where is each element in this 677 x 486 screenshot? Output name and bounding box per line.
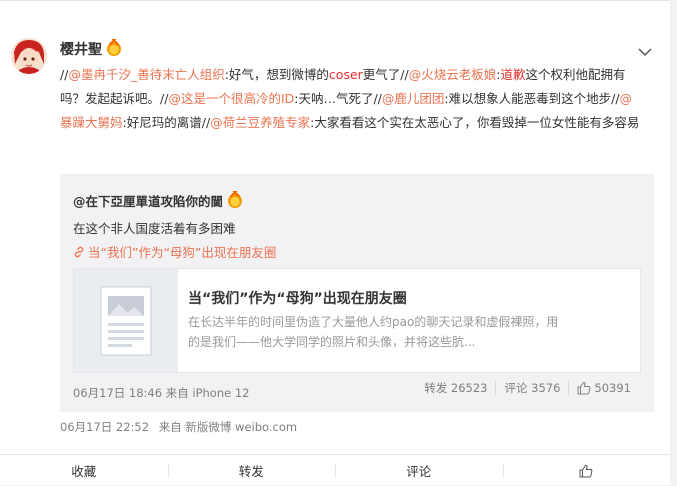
quoted-text: 在这个非人国度活着有多困难 xyxy=(73,221,236,236)
thumbs-up-icon[interactable] xyxy=(577,381,591,395)
quoted-stats: 转发 26523 评论 3576 50391 xyxy=(424,380,631,396)
post-text: :难以想象人能恶毒到这个地步// xyxy=(444,91,620,106)
mention-link[interactable]: @荷兰豆养殖专家 xyxy=(210,115,310,130)
quoted-repost-count[interactable]: 转发 26523 xyxy=(424,380,487,396)
page-gutter xyxy=(670,0,677,485)
post-meta: 06月17日 22:52 来自 新版微博 weibo.com xyxy=(60,419,303,435)
thumbs-up-icon xyxy=(579,464,593,477)
quoted-link[interactable]: 当“我们”作为“母狗”出现在朋友圈 xyxy=(73,242,276,261)
post-text: :大家看看这个实在太恶心了，你看毁掉一位女性能有多容易 xyxy=(310,115,640,130)
post-text: :天呐…气死了// xyxy=(294,91,382,106)
quoted-author[interactable]: @在下亞厘單道攻陷你的閫 xyxy=(73,190,243,210)
article-title[interactable]: 当“我们”作为“母狗”出现在朋友圈 xyxy=(188,288,407,308)
article-description: 在长达半年的时间里伪造了大量他人约pao的聊天记录和虚假裸照，用的是我们——他大… xyxy=(188,315,559,349)
article-thumbnail xyxy=(74,269,178,372)
post-text: :好气，想到微博的 xyxy=(224,67,329,82)
comment-label: 评论 xyxy=(406,464,432,479)
favorite-button[interactable]: 收藏 xyxy=(0,455,168,486)
weibo-post-card: 樱井聖 //@墨冉千汐_善待末亡人组织:好气，想到微博的coser更气了//@火… xyxy=(0,0,670,485)
chevron-down-icon[interactable] xyxy=(637,42,653,57)
repost-label: 转发 xyxy=(238,464,264,479)
quoted-meta: 06月17日 18:46 来自 iPhone 12 xyxy=(73,386,250,400)
quoted-link-label[interactable]: 当“我们”作为“母狗”出现在朋友圈 xyxy=(88,242,276,261)
quoted-comment-count[interactable]: 评论 3576 xyxy=(504,380,560,396)
comment-button[interactable]: 评论 xyxy=(335,455,503,486)
username[interactable]: 樱井聖 xyxy=(60,39,121,59)
like-button[interactable] xyxy=(502,455,671,486)
divider xyxy=(495,381,497,395)
crown-badge-icon xyxy=(107,39,121,56)
mention-link[interactable]: @墨冉千汐_善待末亡人组织 xyxy=(68,67,224,82)
highlighted-text: 道歉 xyxy=(500,67,526,82)
highlighted-text: coser xyxy=(328,67,363,82)
post-time[interactable]: 06月17日 22:52 xyxy=(60,420,149,434)
post-source: 来自 新版微博 weibo.com xyxy=(158,420,298,434)
mention-link[interactable]: @火烧云老板娘 xyxy=(409,67,497,82)
link-icon xyxy=(74,246,84,257)
mention-link[interactable]: @鹿儿团团 xyxy=(382,91,445,106)
quoted-author-label[interactable]: @在下亞厘單道攻陷你的閫 xyxy=(73,191,223,210)
divider xyxy=(568,381,570,395)
quoted-post: @在下亞厘單道攻陷你的閫 在这个非人国度活着有多困难 当“我们”作为“母狗”出现… xyxy=(60,174,654,412)
post-text: :好尼玛的离谱// xyxy=(122,115,211,130)
quoted-like-count[interactable]: 50391 xyxy=(594,381,631,395)
username-label[interactable]: 樱井聖 xyxy=(60,39,102,59)
post-content: //@墨冉千汐_善待末亡人组织:好气，想到微博的coser更气了//@火烧云老板… xyxy=(60,63,644,135)
article-card[interactable]: 当“我们”作为“母狗”出现在朋友圈 在长达半年的时间里伪造了大量他人约pao的聊… xyxy=(73,268,641,373)
crown-badge-icon xyxy=(228,190,243,208)
avatar[interactable] xyxy=(11,38,47,74)
repost-button[interactable]: 转发 xyxy=(167,455,336,486)
mention-link[interactable]: @这是一个很高冷的ID xyxy=(168,91,294,106)
favorite-label: 收藏 xyxy=(71,464,97,479)
post-text: 更气了// xyxy=(362,67,409,82)
action-bar: 收藏 转发 评论 xyxy=(0,454,670,486)
